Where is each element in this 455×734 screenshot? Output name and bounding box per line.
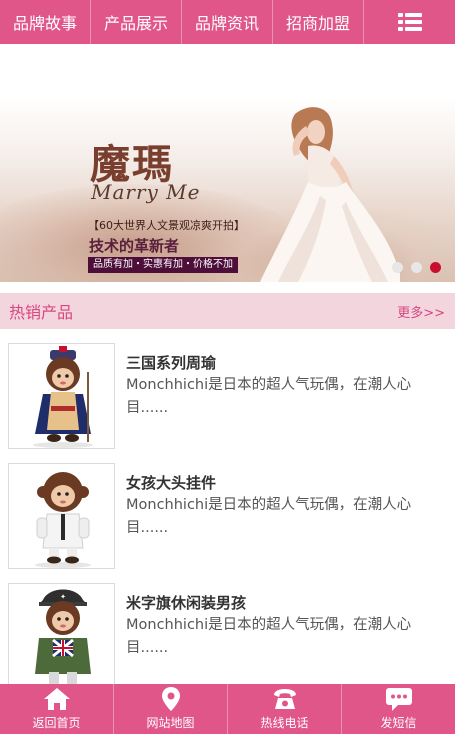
bottom-toolbar: 返回首页 网站地图 热线电话 发短信 <box>0 684 455 734</box>
product-list: 三国系列周瑜 Monchhichi是日本的超人气玩偶，在潮人心目...... 女… <box>0 343 455 703</box>
tab-sitemap[interactable]: 网站地图 <box>114 684 228 734</box>
svg-text:✦: ✦ <box>60 593 66 601</box>
tab-label: 热线电话 <box>260 716 309 730</box>
bride-image <box>260 107 400 282</box>
carousel-dot-active[interactable] <box>430 262 441 273</box>
home-icon <box>43 688 70 710</box>
carousel-dot[interactable] <box>411 262 422 273</box>
doll-union-jack-boy-image: ✦ <box>9 584 114 688</box>
product-description: Monchhichi是日本的超人气玩偶，在潮人心目...... <box>126 497 412 536</box>
carousel-indicators <box>392 262 441 273</box>
top-nav: 品牌故事 产品展示 品牌资讯 招商加盟 <box>0 0 455 44</box>
hot-products-header: 热销产品 更多>> <box>0 293 455 329</box>
tab-label: 返回首页 <box>32 716 81 730</box>
hero-banner[interactable]: 魔瑪 Marry Me 【60大世界人文景观凉爽开拍】 技术的革新者 品质有加・… <box>0 44 455 282</box>
product-description: Monchhichi是日本的超人气玩偶，在潮人心目...... <box>126 377 412 416</box>
tab-sms[interactable]: 发短信 <box>342 684 455 734</box>
nav-item-brand-news[interactable]: 品牌资讯 <box>182 0 273 44</box>
product-name[interactable]: 米字旗休闲装男孩 <box>126 592 246 613</box>
message-icon <box>385 688 412 711</box>
product-name[interactable]: 女孩大头挂件 <box>126 472 216 493</box>
nav-item-franchise[interactable]: 招商加盟 <box>273 0 364 44</box>
doll-girl-pendant-image <box>9 464 114 568</box>
banner-slogan: 技术的革新者 <box>89 237 180 255</box>
doll-zhouyu-image <box>9 344 114 448</box>
menu-button[interactable] <box>364 0 455 44</box>
map-pin-icon <box>161 687 180 711</box>
product-description: Monchhichi是日本的超人气玩偶，在潮人心目...... <box>126 617 412 656</box>
product-item[interactable]: 女孩大头挂件 Monchhichi是日本的超人气玩偶，在潮人心目...... <box>0 463 455 583</box>
more-link[interactable]: 更多>> <box>397 302 445 321</box>
phone-icon <box>273 689 296 709</box>
tab-label: 发短信 <box>380 716 417 730</box>
product-thumbnail[interactable]: ✦ <box>8 583 115 689</box>
product-item[interactable]: 三国系列周瑜 Monchhichi是日本的超人气玩偶，在潮人心目...... <box>0 343 455 463</box>
banner-feature-strip: 品质有加・实惠有加・价格不加 <box>88 257 238 273</box>
banner-tagline: 【60大世界人文景观凉爽开拍】 <box>88 219 245 232</box>
product-thumbnail[interactable] <box>8 463 115 569</box>
list-menu-icon <box>397 13 422 31</box>
carousel-dot[interactable] <box>392 262 403 273</box>
tab-hotline[interactable]: 热线电话 <box>228 684 342 734</box>
tab-home[interactable]: 返回首页 <box>0 684 114 734</box>
section-title: 热销产品 <box>9 303 74 322</box>
banner-brand-english: Marry Me <box>91 180 201 204</box>
product-name[interactable]: 三国系列周瑜 <box>126 352 216 373</box>
nav-item-brand-story[interactable]: 品牌故事 <box>0 0 91 44</box>
tab-label: 网站地图 <box>146 716 195 730</box>
product-thumbnail[interactable] <box>8 343 115 449</box>
nav-item-products[interactable]: 产品展示 <box>91 0 182 44</box>
